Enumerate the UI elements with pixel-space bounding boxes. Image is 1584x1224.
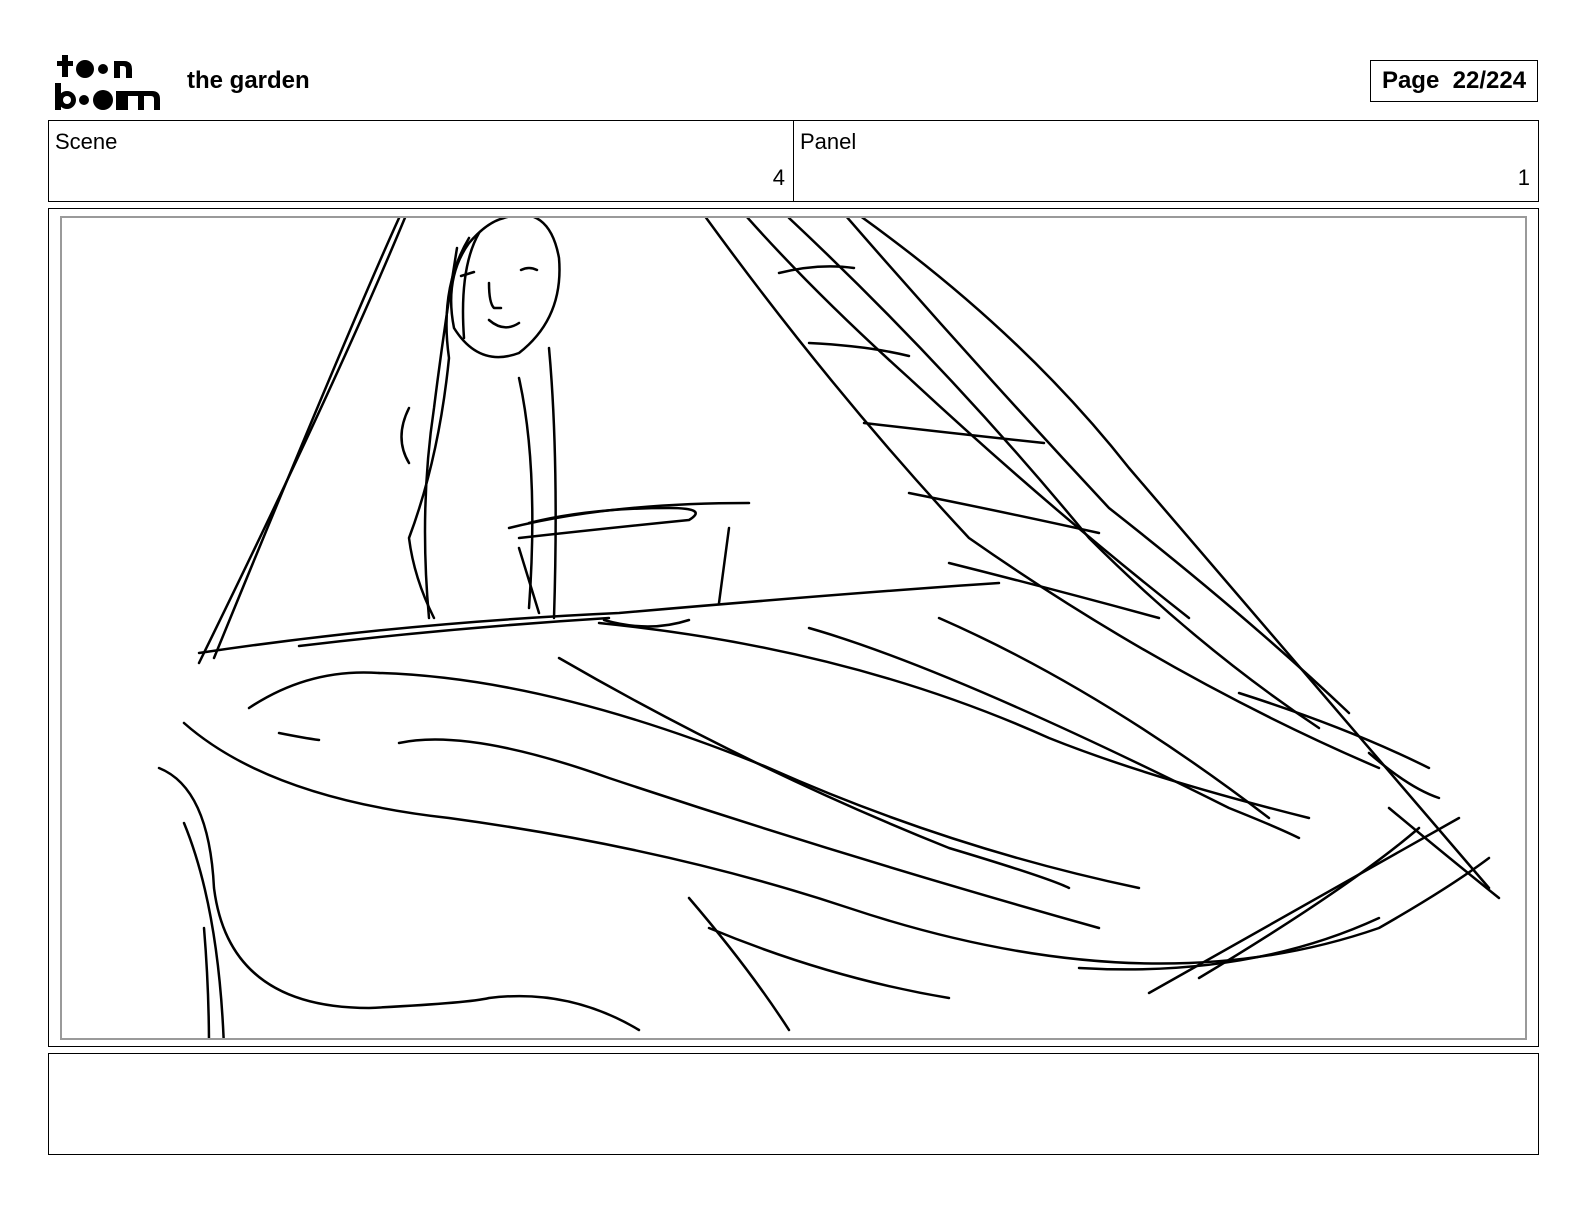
- panel-value: 1: [1517, 165, 1530, 190]
- scene-cell: Scene 4: [49, 121, 793, 201]
- panel-label: Panel: [800, 129, 857, 154]
- panel-cell: Panel 1: [793, 121, 1538, 201]
- scene-label: Scene: [55, 129, 118, 154]
- page-indicator: Page 22/224: [1370, 60, 1538, 102]
- toonboom-logo: [52, 52, 164, 112]
- storyboard-panel-frame: [48, 208, 1539, 1047]
- panel-notes-box: [48, 1053, 1539, 1155]
- storyboard-drawing-area: [60, 216, 1527, 1040]
- scene-panel-info: Scene 4 Panel 1: [48, 120, 1539, 202]
- storyboard-sketch: [157, 218, 1501, 1038]
- scene-value: 4: [772, 165, 785, 190]
- project-title: the garden: [187, 67, 310, 94]
